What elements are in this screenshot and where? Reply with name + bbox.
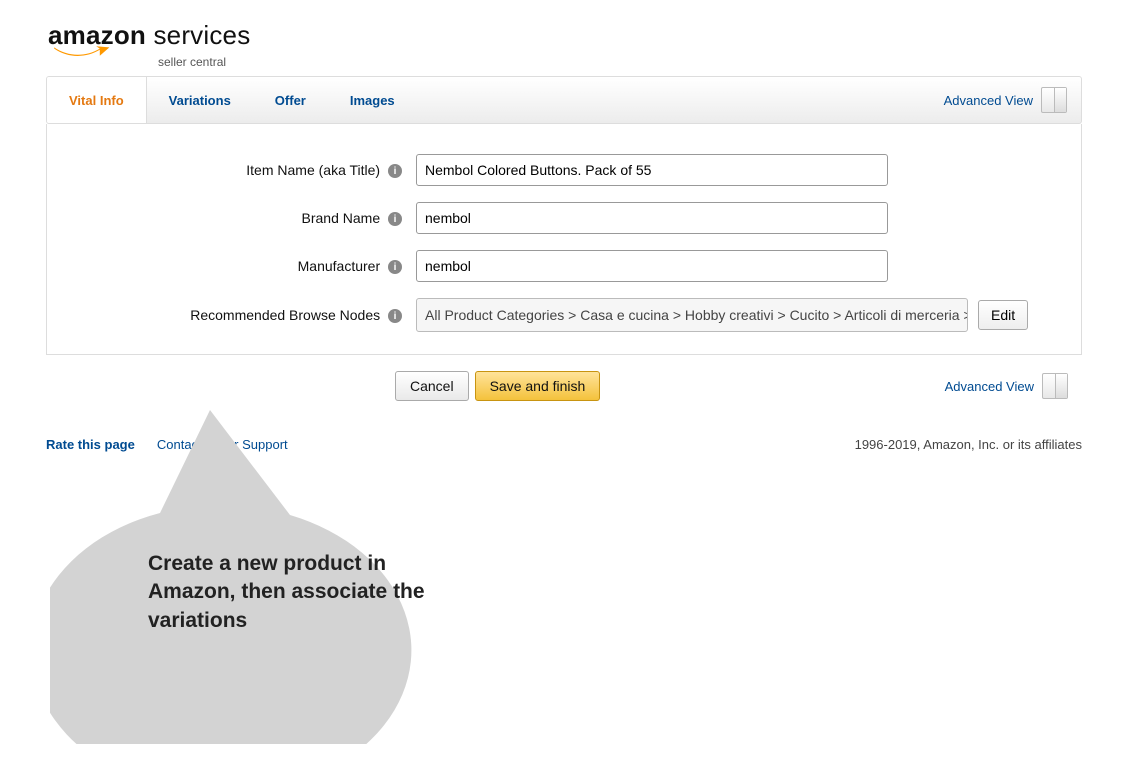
advanced-view-toggle-top[interactable]: Advanced View	[944, 77, 1081, 123]
info-icon[interactable]: i	[388, 212, 402, 226]
label-item-name: Item Name (aka Title)	[246, 162, 380, 178]
action-bar: Cancel Save and finish Advanced View	[46, 371, 1082, 401]
copyright-text: 1996-2019, Amazon, Inc. or its affiliate…	[855, 437, 1082, 452]
logo-brand: amazon	[48, 20, 146, 50]
row-browse-nodes: Recommended Browse Nodes i All Product C…	[67, 298, 1061, 332]
save-and-finish-button[interactable]: Save and finish	[475, 371, 601, 401]
cancel-button[interactable]: Cancel	[395, 371, 469, 401]
annotation-callout: Create a new product in Amazon, then ass…	[50, 410, 480, 744]
row-item-name: Item Name (aka Title) i	[67, 154, 1061, 186]
advanced-view-toggle-bottom[interactable]: Advanced View	[945, 373, 1082, 399]
toggle-icon	[1041, 87, 1067, 113]
tab-bar: Vital Info Variations Offer Images Advan…	[46, 76, 1082, 124]
tab-vital-info[interactable]: Vital Info	[47, 77, 147, 123]
row-brand-name: Brand Name i	[67, 202, 1061, 234]
input-manufacturer[interactable]	[416, 250, 888, 282]
label-brand-name: Brand Name	[302, 210, 381, 226]
browse-nodes-value: All Product Categories > Casa e cucina >…	[416, 298, 968, 332]
input-item-name[interactable]	[416, 154, 888, 186]
edit-browse-nodes-button[interactable]: Edit	[978, 300, 1028, 330]
info-icon[interactable]: i	[388, 260, 402, 274]
annotation-text: Create a new product in Amazon, then ass…	[148, 550, 428, 635]
tab-offer[interactable]: Offer	[253, 77, 328, 123]
row-manufacturer: Manufacturer i	[67, 250, 1061, 282]
tab-images[interactable]: Images	[328, 77, 417, 123]
tab-variations[interactable]: Variations	[147, 77, 253, 123]
label-browse-nodes: Recommended Browse Nodes	[190, 307, 380, 323]
info-icon[interactable]: i	[388, 164, 402, 178]
advanced-view-label: Advanced View	[945, 379, 1034, 394]
logo: amazon services seller central	[48, 20, 1082, 68]
logo-subtitle: seller central	[158, 55, 1082, 69]
logo-services: services	[153, 20, 250, 50]
info-icon[interactable]: i	[388, 309, 402, 323]
input-brand-name[interactable]	[416, 202, 888, 234]
form-panel: Item Name (aka Title) i Brand Name i Man…	[46, 124, 1082, 355]
toggle-icon	[1042, 373, 1068, 399]
advanced-view-label: Advanced View	[944, 93, 1033, 108]
label-manufacturer: Manufacturer	[298, 258, 380, 274]
